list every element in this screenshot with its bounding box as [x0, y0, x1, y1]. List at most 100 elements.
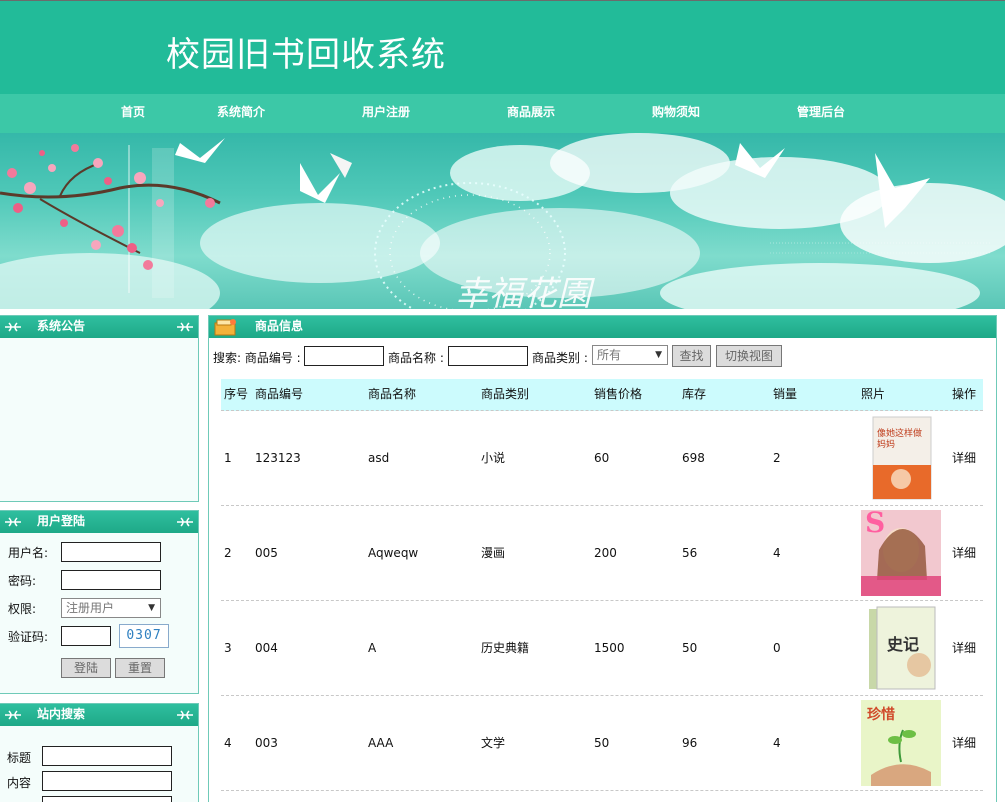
cell-no: 3	[224, 641, 232, 655]
find-button[interactable]: 查找	[672, 345, 711, 367]
book-cover-image[interactable]: 珍惜	[861, 700, 941, 786]
captcha-label: 验证码:	[8, 630, 49, 644]
book-cover-image[interactable]: 像她这样做妈妈	[861, 415, 941, 501]
captcha-input[interactable]	[61, 626, 111, 646]
login-panel-header: 用户登陆	[0, 511, 198, 533]
cell-price: 200	[594, 546, 617, 560]
nav-item-home[interactable]: 首页	[121, 94, 145, 133]
search-code-label: 搜索: 商品编号 :	[213, 351, 301, 365]
table-row: 1 123123 asd 小说 60 698 2 像她这样做妈妈 详细	[221, 411, 983, 506]
cell-category: 漫画	[481, 546, 506, 560]
cell-category: 小说	[481, 451, 506, 465]
switch-view-button[interactable]: 切换视图	[716, 345, 782, 367]
cell-name: asd	[368, 451, 390, 465]
search-content-label: 内容	[7, 776, 32, 790]
notice-panel-header: 系统公告	[0, 316, 198, 338]
site-search-panel: 站内搜索 标题 内容	[0, 703, 199, 802]
site-header: 校园旧书回收系统	[0, 0, 1005, 94]
nav-item-register[interactable]: 用户注册	[362, 94, 410, 133]
site-search-panel-title: 站内搜索	[37, 707, 86, 721]
cell-code: 003	[255, 736, 278, 750]
product-category-select[interactable]: 所有 ▼	[592, 345, 668, 365]
reset-button[interactable]: 重置	[115, 658, 165, 678]
banner-image: 幸福花園	[0, 133, 1005, 309]
book-cover-text: 珍惜	[867, 707, 895, 723]
product-name-input[interactable]	[448, 346, 528, 366]
product-name-label: 商品名称 :	[388, 351, 444, 365]
detail-link[interactable]: 详细	[952, 411, 976, 506]
cell-sold: 2	[773, 451, 781, 465]
book-cover-text: S	[865, 510, 886, 539]
site-search-panel-header: 站内搜索	[0, 704, 198, 726]
search-content-input[interactable]	[42, 771, 172, 791]
products-panel-header: 商品信息	[209, 316, 996, 338]
cell-stock: 698	[682, 451, 705, 465]
cell-sold: 0	[773, 641, 781, 655]
table-row: 2 005 Aqweqw 漫画 200 56 4 S 详细	[221, 506, 983, 601]
cell-sold: 4	[773, 546, 781, 560]
products-panel-title: 商品信息	[255, 319, 304, 333]
cell-code: 123123	[255, 451, 301, 465]
product-code-input[interactable]	[304, 346, 384, 366]
cell-name: AAA	[368, 736, 394, 750]
login-panel: 用户登陆 用户名: 密码: 权限: 注册用户 ▼ 验证码: 0307 登陆 重置	[0, 510, 199, 694]
cell-name: Aqweqw	[368, 546, 419, 560]
search-title-label: 标题	[7, 751, 32, 765]
role-select[interactable]: 注册用户 ▼	[61, 598, 161, 618]
ornament-icon	[5, 517, 21, 527]
table-row: 4 003 AAA 文学 50 96 4 珍惜 详细	[221, 696, 983, 791]
cell-stock: 96	[682, 736, 698, 750]
detail-link[interactable]: 详细	[952, 506, 976, 601]
role-select-value: 注册用户	[66, 601, 115, 615]
nav-item-shopping-guide[interactable]: 购物须知	[652, 94, 700, 133]
nav-item-about[interactable]: 系统简介	[217, 94, 265, 133]
cell-price: 50	[594, 736, 610, 750]
notice-panel: 系统公告	[0, 315, 199, 502]
cell-code: 005	[255, 546, 278, 560]
book-cover-image[interactable]: 史记	[861, 605, 941, 691]
captcha-image[interactable]: 0307	[119, 624, 169, 648]
search-title-input[interactable]	[42, 746, 172, 766]
site-title: 校园旧书回收系统	[166, 35, 446, 75]
cell-name: A	[368, 641, 377, 655]
cell-no: 2	[224, 546, 232, 560]
product-category-select-value: 所有	[597, 348, 622, 362]
cell-no: 4	[224, 736, 232, 750]
column-header-price: 销售价格	[594, 387, 643, 401]
banner-artwork: 幸福花園	[0, 133, 1005, 309]
dropdown-arrow-icon: ▼	[148, 603, 155, 613]
login-panel-title: 用户登陆	[37, 514, 86, 528]
folder-icon	[214, 319, 236, 336]
product-category-label: 商品类别 :	[532, 351, 588, 365]
cell-category: 历史典籍	[481, 641, 530, 655]
book-cover-text: 像她这样做妈妈	[877, 429, 923, 450]
ornament-icon	[177, 710, 193, 720]
cell-stock: 56	[682, 546, 698, 560]
banner-text: 幸福花園	[455, 274, 595, 309]
column-header-sold: 销量	[773, 387, 798, 401]
cell-price: 1500	[594, 641, 625, 655]
search-type-select[interactable]	[42, 796, 172, 802]
column-header-stock: 库存	[682, 387, 707, 401]
detail-link[interactable]: 详细	[952, 601, 976, 696]
nav-item-products[interactable]: 商品展示	[507, 94, 555, 133]
username-label: 用户名:	[8, 546, 49, 560]
ornament-icon	[5, 322, 21, 332]
nav-item-admin[interactable]: 管理后台	[797, 94, 845, 133]
detail-link[interactable]: 详细	[952, 696, 976, 791]
column-header-photo: 照片	[861, 387, 886, 401]
cell-stock: 50	[682, 641, 698, 655]
column-header-category: 商品类别	[481, 387, 530, 401]
username-input[interactable]	[61, 542, 161, 562]
login-button[interactable]: 登陆	[61, 658, 111, 678]
notice-panel-title: 系统公告	[37, 319, 86, 333]
ornament-icon	[177, 322, 193, 332]
column-header-code: 商品编号	[255, 387, 304, 401]
password-input[interactable]	[61, 570, 161, 590]
table-row: 3 004 A 历史典籍 1500 50 0 史记 详细	[221, 601, 983, 696]
ornament-icon	[5, 710, 21, 720]
column-header-no: 序号	[224, 387, 249, 401]
main-nav: 首页 系统简介 用户注册 商品展示 购物须知 管理后台	[0, 94, 1005, 133]
book-cover-image[interactable]: S	[861, 510, 941, 596]
password-label: 密码:	[8, 574, 37, 588]
